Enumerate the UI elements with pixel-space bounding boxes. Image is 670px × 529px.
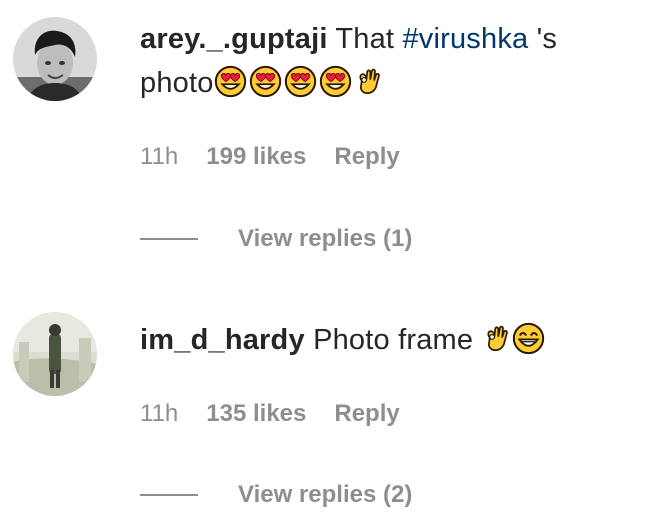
comment-text: Photo frame [313, 324, 474, 356]
ok-hand-emoji-icon [482, 322, 510, 355]
timestamp[interactable]: 11h [140, 143, 178, 171]
heart-eyes-emoji-icon [319, 65, 352, 98]
comment-text-line2: photo [140, 67, 214, 99]
divider-line [140, 238, 198, 240]
divider-line [140, 494, 198, 496]
comment-text-suffix: 's [536, 23, 558, 55]
avatar-photo-icon [13, 17, 97, 101]
username-link[interactable]: im_d_hardy [140, 324, 305, 356]
heart-eyes-emoji-icon [214, 65, 247, 98]
likes-count[interactable]: 135 likes [206, 400, 306, 428]
grinning-smile-emoji-icon [512, 322, 545, 355]
heart-eyes-emoji-icon [284, 65, 317, 98]
ok-hand-emoji-icon [354, 65, 382, 98]
heart-eyes-emoji-icon [249, 65, 282, 98]
view-replies-label: View replies (1) [238, 225, 413, 252]
reply-button[interactable]: Reply [334, 400, 399, 428]
avatar-photo-icon [13, 312, 97, 396]
avatar[interactable] [13, 17, 97, 101]
comment-body: arey._.guptaji That #virushka 's photo [140, 17, 660, 105]
comment-text: That [335, 23, 395, 55]
username-link[interactable]: arey._.guptaji [140, 23, 328, 55]
likes-count[interactable]: 199 likes [206, 143, 306, 171]
comment-body: im_d_hardy Photo frame [140, 318, 660, 362]
timestamp[interactable]: 11h [140, 400, 178, 428]
comment-meta: 11h 135 likes Reply [140, 400, 400, 428]
view-replies-button[interactable]: View replies (2) [140, 481, 412, 509]
reply-button[interactable]: Reply [334, 143, 399, 171]
comment-meta: 11h 199 likes Reply [140, 143, 400, 171]
hashtag-link[interactable]: #virushka [402, 23, 528, 55]
view-replies-label: View replies (2) [238, 481, 413, 508]
view-replies-button[interactable]: View replies (1) [140, 225, 412, 253]
avatar[interactable] [13, 312, 97, 396]
